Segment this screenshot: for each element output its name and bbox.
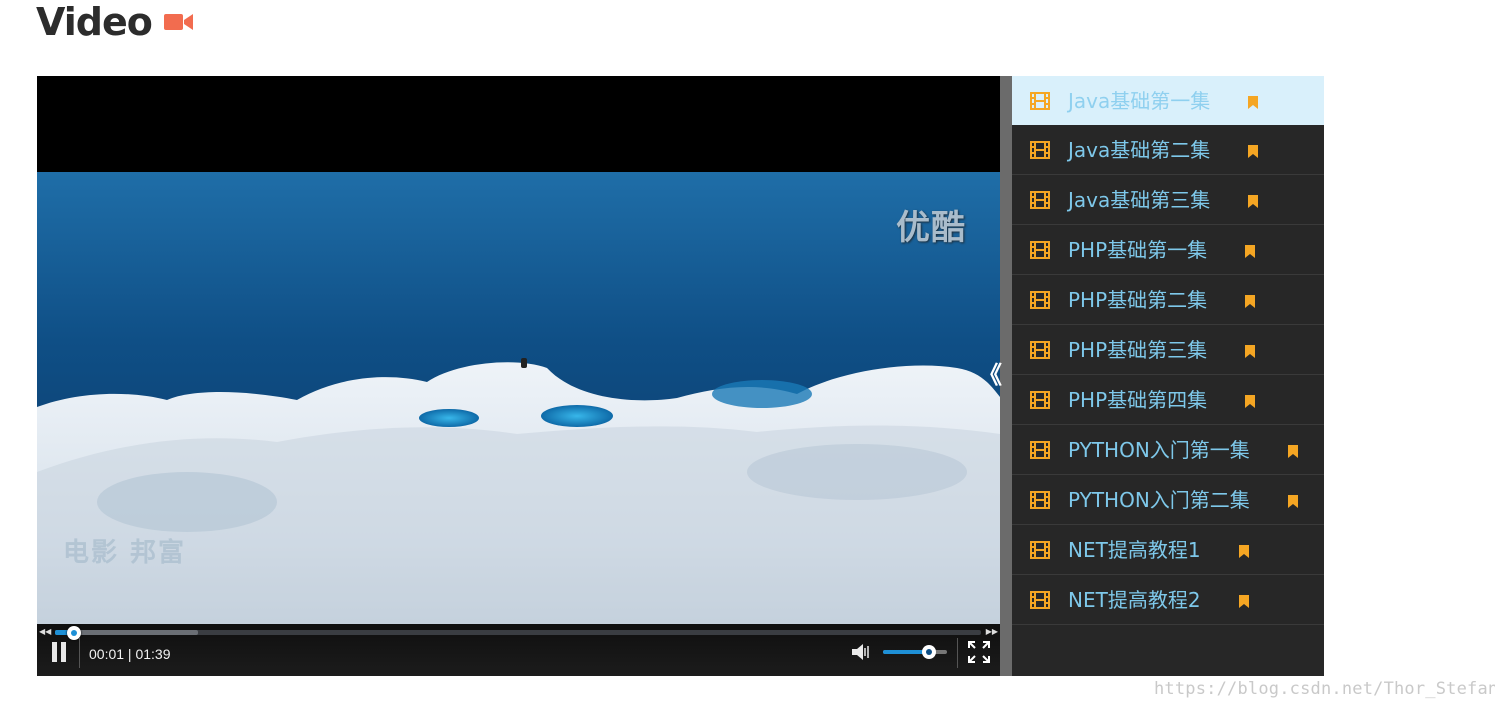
bookmark-icon[interactable] — [1245, 295, 1255, 308]
playlist-item-title: NET提高教程2 — [1068, 588, 1201, 612]
bookmark-icon[interactable] — [1288, 495, 1298, 508]
bookmark-icon[interactable] — [1245, 395, 1255, 408]
film-icon — [1030, 391, 1050, 409]
playlist: Java基础第一集 Java基础第二集 Java基础第三集 PHP基础第一集 PHP基础… — [1012, 76, 1324, 676]
skip-back-icon[interactable]: ◀◀ — [39, 627, 51, 637]
playlist-item-title: PHP基础第一集 — [1068, 238, 1208, 262]
player-controls: ◀◀ ▶▶ 00:01 | 01:39 — [37, 624, 1000, 676]
film-icon — [1030, 441, 1050, 459]
playlist-item-title: Java基础第三集 — [1068, 188, 1211, 212]
pause-button[interactable] — [51, 642, 67, 662]
skip-forward-icon[interactable]: ▶▶ — [986, 627, 998, 637]
playlist-item[interactable]: Java基础第三集 — [1012, 175, 1324, 225]
film-icon — [1030, 591, 1050, 609]
playlist-item-title: Java基础第二集 — [1068, 138, 1211, 162]
film-icon — [1030, 241, 1050, 259]
youku-watermark: 优酷 — [896, 208, 966, 248]
playlist-item[interactable]: Java基础第二集 — [1012, 125, 1324, 175]
playlist-item[interactable]: PYTHON入门第一集 — [1012, 425, 1324, 475]
bookmark-icon[interactable] — [1239, 595, 1249, 608]
film-icon — [1030, 92, 1050, 110]
volume-handle[interactable] — [922, 645, 937, 659]
playlist-item-title: PYTHON入门第一集 — [1068, 438, 1250, 462]
playlist-item[interactable]: PHP基础第四集 — [1012, 375, 1324, 425]
playlist-item-title: PHP基础第二集 — [1068, 288, 1208, 312]
volume-icon[interactable] — [851, 641, 871, 663]
film-icon — [1030, 291, 1050, 309]
bookmark-icon[interactable] — [1248, 145, 1258, 158]
playlist-item[interactable]: PHP基础第三集 — [1012, 325, 1324, 375]
bookmark-icon[interactable] — [1239, 545, 1249, 558]
control-separator — [79, 638, 80, 668]
page-title: Video — [36, 0, 194, 44]
playlist-item-title: PHP基础第四集 — [1068, 388, 1208, 412]
film-icon — [1030, 191, 1050, 209]
playlist-item[interactable]: Java基础第一集 — [1012, 76, 1324, 125]
pause-icon-bar — [61, 642, 66, 662]
playlist-item[interactable]: NET提高教程1 — [1012, 525, 1324, 575]
bookmark-icon[interactable] — [1245, 245, 1255, 258]
playlist-item[interactable]: NET提高教程2 — [1012, 575, 1324, 625]
bookmark-icon[interactable] — [1245, 345, 1255, 358]
playlist-item-title: Java基础第一集 — [1068, 89, 1211, 113]
volume-slider[interactable] — [883, 645, 947, 659]
video-camera-icon — [163, 14, 193, 30]
seek-bar[interactable] — [55, 626, 981, 640]
playlist-item[interactable]: PYTHON入门第二集 — [1012, 475, 1324, 525]
film-icon — [1030, 491, 1050, 509]
collapse-playlist-icon[interactable]: 《 — [978, 362, 1012, 388]
playlist-item-title: NET提高教程1 — [1068, 538, 1201, 562]
playlist-item-title: PYTHON入门第二集 — [1068, 488, 1250, 512]
bookmark-icon[interactable] — [1248, 96, 1258, 109]
bookmark-icon[interactable] — [1288, 445, 1298, 458]
film-icon — [1030, 141, 1050, 159]
time-display: 00:01 | 01:39 — [89, 646, 171, 662]
playlist-item[interactable]: PHP基础第二集 — [1012, 275, 1324, 325]
movie-watermark: 电影 邦富 — [63, 538, 187, 568]
video-frame[interactable] — [37, 172, 1000, 654]
film-icon — [1030, 541, 1050, 559]
blog-watermark: https://blog.csdn.net/Thor_Stefan — [1154, 679, 1495, 699]
video-player[interactable]: 优酷 电影 邦富 ◀◀ ▶▶ 00:01 | 01:39 — [37, 76, 1000, 676]
pause-icon-bar — [52, 642, 57, 662]
page-title-text: Video — [36, 0, 153, 44]
playlist-item-title: PHP基础第三集 — [1068, 338, 1208, 362]
film-icon — [1030, 341, 1050, 359]
bookmark-icon[interactable] — [1248, 195, 1258, 208]
fullscreen-icon[interactable] — [968, 641, 990, 663]
control-bar: 00:01 | 01:39 — [37, 638, 1000, 674]
control-separator — [957, 638, 958, 668]
playlist-item[interactable]: PHP基础第一集 — [1012, 225, 1324, 275]
seek-row: ◀◀ ▶▶ — [37, 626, 1000, 640]
